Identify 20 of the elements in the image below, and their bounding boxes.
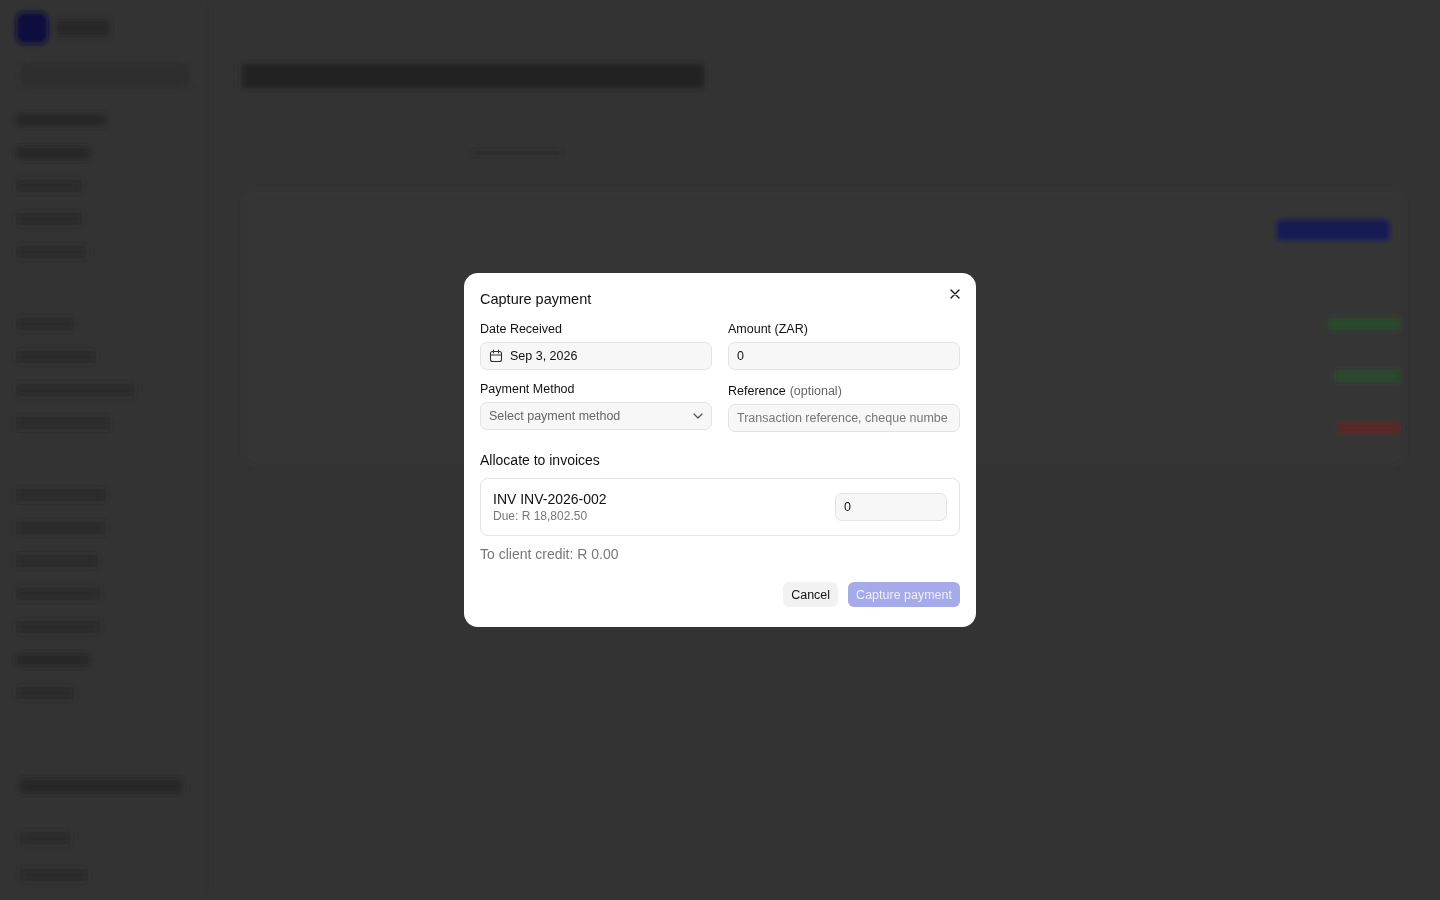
invoice-number: INV INV-2026-002 [493, 491, 607, 507]
input-field[interactable]: Transaction reference, cheque numbe [728, 404, 960, 432]
payment-method-select[interactable]: Select payment method [480, 402, 712, 430]
input-field[interactable]: 0 [728, 342, 960, 370]
dialog-title: Capture payment [480, 291, 592, 307]
calendar-icon [489, 349, 503, 363]
field-label: Reference [728, 384, 786, 398]
section-heading: Allocate to invoices [480, 452, 601, 468]
due-amount: Due: R 18,802.50 [493, 509, 589, 523]
allocation-field[interactable]: 0 [835, 493, 947, 521]
field-label: Amount (ZAR) [728, 322, 808, 336]
date-picker[interactable]: Sep 3, 2026 [480, 342, 712, 370]
cancel-button[interactable]: Cancel [783, 582, 839, 607]
optional-hint: (optional) [789, 384, 842, 398]
field-label: Date Received [480, 322, 562, 336]
field-label: Payment Method [480, 382, 575, 396]
client-credit-text: To client credit: R 0.00 [480, 546, 620, 562]
chevron-down-icon [693, 413, 703, 419]
close-button[interactable] [948, 287, 962, 301]
close-icon [950, 289, 960, 299]
